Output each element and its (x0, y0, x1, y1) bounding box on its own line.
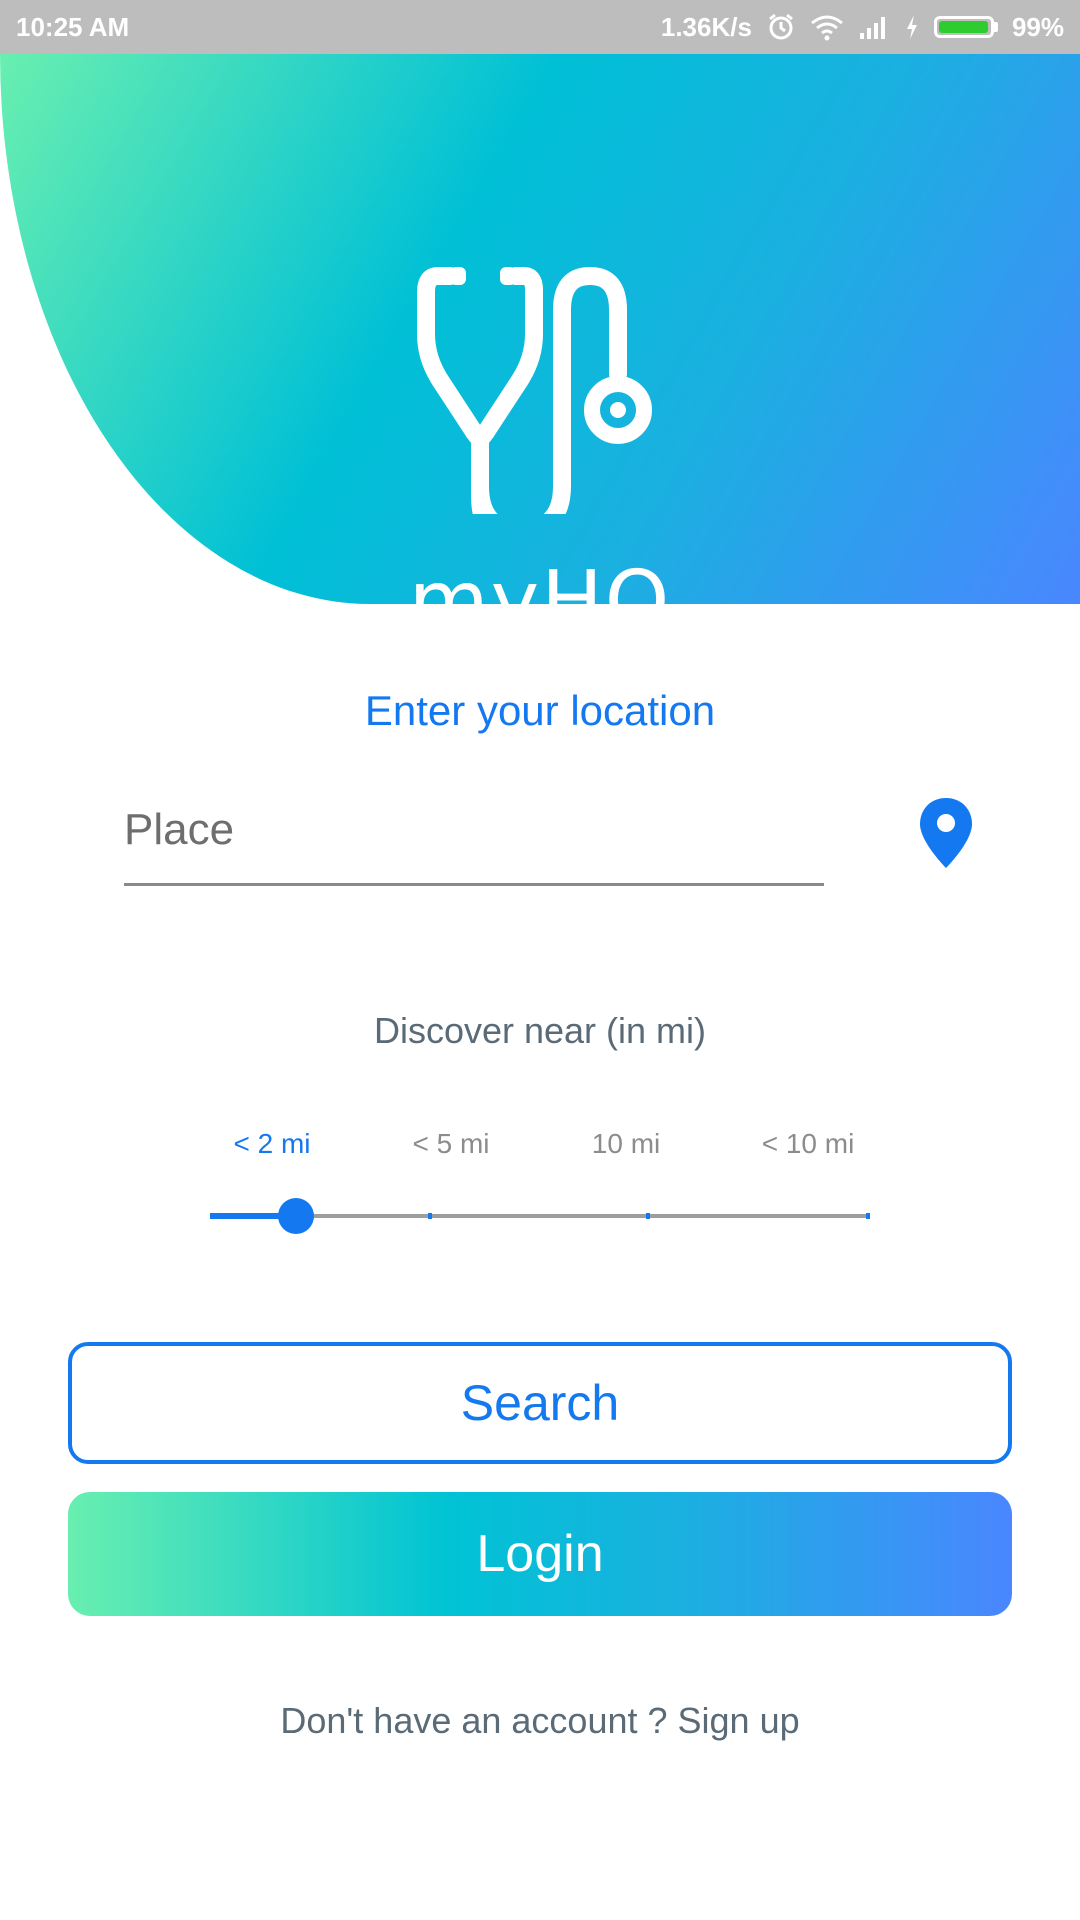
battery-icon (933, 16, 998, 38)
battery-percent: 99% (1011, 11, 1064, 42)
alarm-icon (766, 12, 796, 42)
battery-level-fill (938, 21, 989, 33)
wifi-icon (810, 13, 844, 41)
place-field[interactable] (124, 790, 824, 886)
charging-icon (904, 13, 920, 41)
status-bar: 10:25 AM 1.36K/s 99% (0, 0, 1080, 54)
stethoscope-icon (417, 267, 652, 514)
header-banner: myHQ (0, 54, 1080, 649)
discover-title: Discover near (in mi) (373, 1010, 707, 1051)
slider-option-2mi[interactable]: < 2 mi (233, 1128, 310, 1160)
place-input[interactable] (124, 790, 824, 870)
login-button[interactable]: Login (68, 1492, 1012, 1616)
distance-slider[interactable] (210, 1196, 870, 1236)
slider-option-5mi[interactable]: < 5 mi (412, 1128, 489, 1160)
slider-tick (866, 1213, 870, 1219)
network-speed: 1.36K/s (660, 11, 752, 42)
status-time: 10:25 AM (16, 11, 130, 42)
location-title: Enter your location (364, 687, 716, 734)
brand-name: myHQ (408, 554, 672, 649)
location-pin-icon[interactable] (918, 796, 974, 870)
slider-option-10mi[interactable]: 10 mi (592, 1128, 660, 1160)
slider-tick (428, 1213, 432, 1219)
slider-tick (646, 1213, 650, 1219)
signal-icon (858, 13, 890, 41)
search-button[interactable]: Search (68, 1342, 1012, 1464)
slider-thumb[interactable] (277, 1198, 314, 1234)
slider-option-over-10mi[interactable]: < 10 mi (762, 1128, 855, 1160)
status-right: 1.36K/s 99% (661, 12, 1064, 43)
signup-link[interactable]: Don't have an account ? Sign up (0, 1700, 1080, 1742)
